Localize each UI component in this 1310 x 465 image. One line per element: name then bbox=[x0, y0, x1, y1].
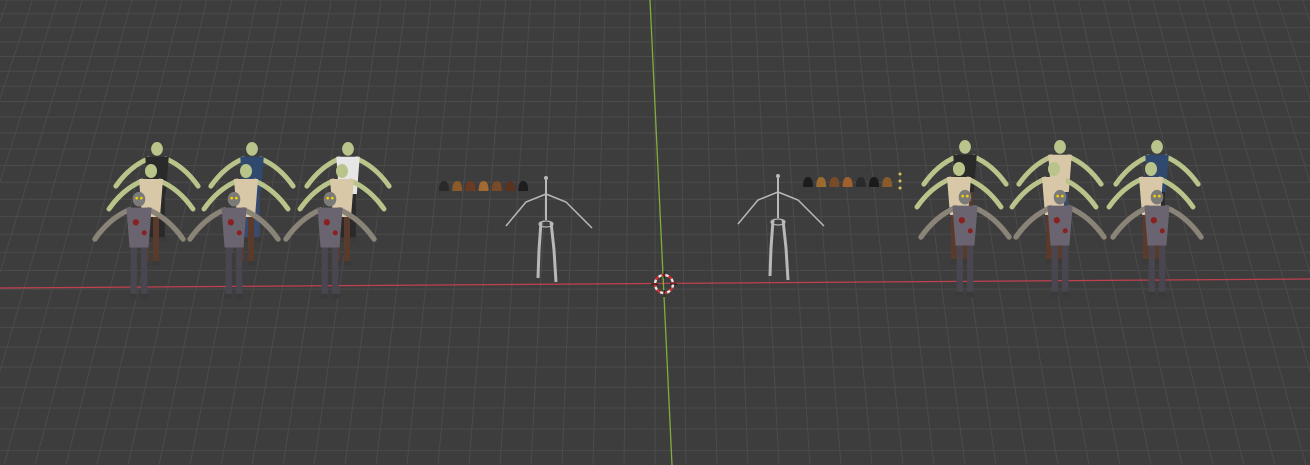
grid-line-v bbox=[406, 0, 457, 465]
grid-line-v bbox=[1252, 0, 1310, 184]
grid-line-v bbox=[1152, 0, 1276, 465]
hair-piece[interactable] bbox=[816, 177, 827, 187]
grid-line-v bbox=[1277, 0, 1310, 101]
y-axis-line bbox=[649, 0, 673, 465]
grid-line-v bbox=[679, 0, 687, 465]
accessory-dot bbox=[898, 179, 902, 183]
armature-right[interactable] bbox=[737, 174, 825, 281]
grid-line-v bbox=[592, 0, 606, 465]
hair-piece[interactable] bbox=[869, 177, 879, 187]
grid-line-v bbox=[0, 0, 58, 184]
hair-piece[interactable] bbox=[842, 177, 853, 187]
grid-line-v bbox=[1028, 0, 1121, 465]
3d-viewport[interactable] bbox=[0, 0, 1310, 465]
grid-line-v bbox=[853, 0, 904, 465]
accessory-dot bbox=[898, 186, 902, 190]
grid-line-v bbox=[375, 0, 432, 465]
hair-piece[interactable] bbox=[803, 177, 813, 187]
armature-left[interactable] bbox=[505, 176, 593, 283]
grid-line-v bbox=[561, 0, 581, 465]
grid-line-v bbox=[704, 0, 718, 465]
grid-line-v bbox=[1227, 0, 1310, 275]
accessory-dot bbox=[898, 172, 902, 176]
grid-line-v bbox=[1302, 0, 1310, 24]
grid-line-v bbox=[3, 0, 133, 465]
grid-line-v bbox=[0, 0, 8, 24]
hair-piece[interactable] bbox=[882, 177, 893, 187]
grid-line-v bbox=[0, 0, 83, 275]
zombie-group-right-3[interactable] bbox=[1106, 140, 1204, 297]
grid-line-v bbox=[0, 0, 33, 101]
grid-line-v bbox=[729, 0, 749, 465]
grid-line-v bbox=[754, 0, 780, 465]
zombie-group-right-1[interactable] bbox=[914, 140, 1012, 297]
scene-objects[interactable] bbox=[92, 140, 1204, 299]
grid-line-v bbox=[623, 0, 631, 465]
viewport-scene[interactable] bbox=[0, 0, 1310, 465]
grid-line-v bbox=[499, 0, 531, 465]
hair-piece[interactable] bbox=[855, 177, 866, 187]
hair-piece[interactable] bbox=[829, 177, 840, 187]
